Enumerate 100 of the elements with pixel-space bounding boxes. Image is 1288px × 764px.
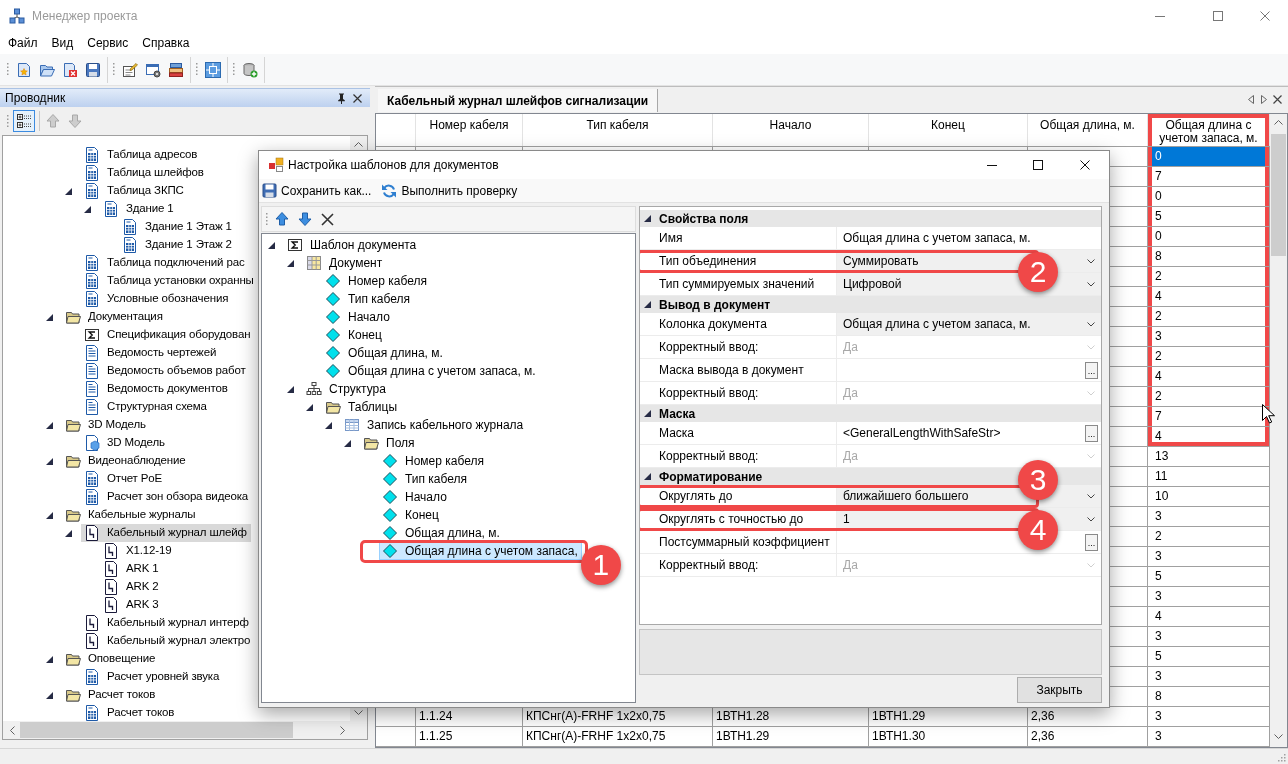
tree-item[interactable]: Структурная схема (81, 398, 211, 416)
tree-item[interactable]: Таблица ЗКПС (81, 182, 188, 200)
column-header[interactable]: Конец (869, 114, 1028, 146)
tree-item[interactable]: Таблица шлейфов (81, 164, 208, 182)
tree-item[interactable]: Конец (322, 326, 386, 344)
tree-item[interactable]: ARK 1 (100, 560, 163, 578)
tree-item[interactable]: Таблица установки охранны (81, 272, 258, 290)
tree-item[interactable]: Таблицы (322, 398, 401, 416)
tree-item[interactable]: Видеонаблюдение (62, 452, 190, 470)
tree-item[interactable]: Начало (322, 308, 394, 326)
column-header[interactable]: Тип кабеля (523, 114, 713, 146)
tree-item[interactable]: 3D Модель (81, 434, 169, 452)
tree-item[interactable]: Кабельный журнал электро (81, 632, 255, 650)
tree-item[interactable]: ARK 2 (100, 578, 163, 596)
grip-icon[interactable] (6, 62, 9, 77)
expanded-arrow-icon[interactable] (45, 655, 53, 663)
tree-item[interactable]: Кабельные журналы (62, 506, 200, 524)
tree-item[interactable]: Ведомость документов (81, 380, 232, 398)
document-tab[interactable]: Кабельный журнал шлейфов сигнализации (378, 89, 659, 112)
tree-item[interactable]: Конец (379, 506, 443, 524)
database-add-icon[interactable] (242, 61, 258, 78)
scroll-down-icon[interactable] (1274, 734, 1283, 739)
expanded-arrow-icon[interactable] (267, 241, 275, 249)
delete-icon[interactable] (321, 212, 334, 226)
expanded-arrow-icon[interactable] (644, 410, 651, 417)
scroll-right-icon[interactable] (1261, 95, 1267, 104)
expanded-arrow-icon[interactable] (305, 403, 313, 411)
grip-icon[interactable] (265, 211, 268, 227)
tree-item[interactable]: Начало (379, 488, 451, 506)
tree-item[interactable]: Расчет токов (62, 686, 160, 704)
category-header[interactable]: Свойства поля (640, 210, 1101, 227)
expanded-arrow-icon[interactable] (343, 439, 351, 447)
expanded-arrow-icon[interactable] (64, 187, 72, 195)
tree-item[interactable]: Спецификация оборудован (81, 326, 255, 344)
expanded-arrow-icon[interactable] (45, 691, 53, 699)
expanded-arrow-icon[interactable] (324, 421, 332, 429)
tree-item[interactable]: X1.12-19 (100, 542, 176, 560)
tree-item[interactable]: Ведомость чертежей (81, 344, 221, 362)
maximize-icon[interactable] (1033, 160, 1043, 170)
close-button[interactable]: Закрыть (1017, 677, 1102, 703)
category-header[interactable]: Маска (640, 405, 1101, 422)
pin-icon[interactable] (337, 92, 346, 104)
toolbar-button[interactable]: Выполнить проверку (379, 179, 520, 202)
tree-item[interactable]: Таблица подключений рас (81, 254, 249, 272)
column-header[interactable]: Номер кабеля (416, 114, 523, 146)
text-field[interactable]: <GeneralLengthWithSafeStr> ... (837, 422, 1101, 444)
grip-icon[interactable] (232, 62, 235, 77)
scroll-left-icon[interactable] (1248, 95, 1254, 104)
toolbar-button[interactable]: Сохранить как... (260, 179, 374, 202)
tree-item[interactable]: Тип кабеля (379, 470, 472, 488)
tree-item[interactable]: Здание 1 Этаж 2 (119, 236, 236, 254)
edit-document-icon[interactable] (122, 61, 138, 78)
horizontal-scrollbar[interactable] (3, 721, 367, 739)
expanded-arrow-icon[interactable] (64, 529, 72, 537)
menu-item[interactable]: Файл (1, 34, 45, 52)
grip-icon[interactable] (195, 62, 198, 77)
tree-item[interactable]: Общая длина, м. (322, 344, 447, 362)
tree-item[interactable]: Запись кабельного журнала (341, 416, 528, 434)
column-header[interactable]: Общая длина, м. (1028, 114, 1148, 146)
scroll-up-icon[interactable] (354, 142, 363, 147)
scroll-up-icon[interactable] (1274, 120, 1283, 125)
tree-item[interactable]: Кабельный журнал шлейф (81, 524, 251, 542)
up-arrow-icon[interactable] (274, 211, 290, 227)
column-header[interactable]: Начало (713, 114, 869, 146)
tree-item[interactable]: Шаблон документа (284, 236, 421, 254)
layers-icon[interactable] (168, 61, 184, 78)
expanded-arrow-icon[interactable] (83, 205, 91, 213)
expanded-arrow-icon[interactable] (644, 301, 651, 308)
tree-item[interactable]: Отчет PoE (81, 470, 167, 488)
expanded-arrow-icon[interactable] (45, 511, 53, 519)
tree-item[interactable]: Номер кабеля (322, 272, 431, 290)
text-field[interactable]: ... (837, 359, 1101, 381)
expanded-arrow-icon[interactable] (45, 421, 53, 429)
expanded-arrow-icon[interactable] (286, 259, 294, 267)
menu-item[interactable]: Справка (135, 34, 197, 52)
tree-item[interactable]: Ведомость объемов работ (81, 362, 250, 380)
close-document-icon[interactable] (62, 61, 78, 78)
grip-icon[interactable] (112, 62, 115, 77)
ellipsis-button[interactable]: ... (1085, 533, 1098, 551)
tree-item[interactable]: Тип кабеля (322, 290, 415, 308)
expanded-arrow-icon[interactable] (644, 473, 651, 480)
tree-item[interactable]: Кабельный журнал интерф (81, 614, 253, 632)
scrollbar-thumb[interactable] (1271, 134, 1286, 256)
down-arrow-icon[interactable] (297, 211, 313, 227)
resize-grip-icon[interactable] (1276, 751, 1286, 762)
close-icon[interactable] (1080, 160, 1090, 170)
tree-item[interactable]: Общая длина с учетом запаса, м. (322, 362, 540, 380)
tree-item[interactable]: Общая длина, м. (379, 524, 504, 542)
vertical-scrollbar[interactable] (1270, 114, 1287, 747)
menu-item[interactable]: Вид (44, 34, 81, 52)
new-document-icon[interactable] (16, 61, 32, 78)
tree-item[interactable]: Таблица адресов (81, 146, 202, 164)
tree-item[interactable]: ARK 3 (100, 596, 163, 614)
tree-item[interactable]: Расчет токов (81, 704, 179, 721)
frame-select-icon[interactable] (205, 61, 221, 78)
close-icon[interactable] (1273, 95, 1282, 104)
tree-item[interactable]: Условные обозначения (81, 290, 233, 308)
grip-icon[interactable] (6, 113, 9, 129)
tree-item[interactable]: Поля (360, 434, 419, 452)
window-settings-icon[interactable] (145, 61, 161, 78)
